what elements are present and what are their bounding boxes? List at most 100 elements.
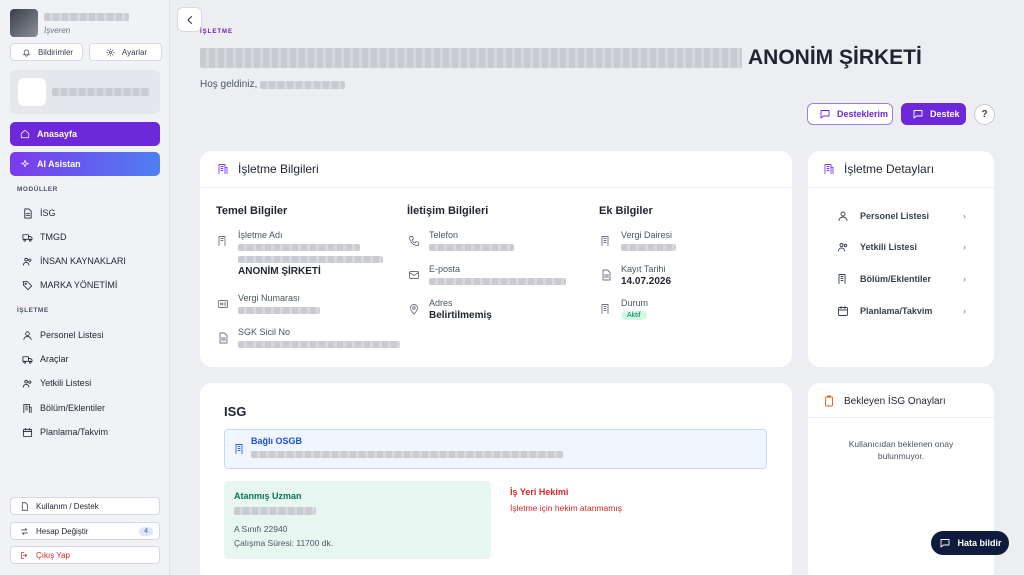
my-support-button[interactable]: Desteklerim	[807, 103, 893, 125]
sgk-number-redacted	[238, 341, 400, 349]
nav-module-tmgd[interactable]: TMGD	[20, 230, 67, 244]
user-icon	[836, 209, 850, 223]
welcome-text: Hoş geldiniz,	[200, 79, 346, 90]
mail-icon	[407, 268, 421, 282]
document-icon	[20, 206, 34, 220]
company-switcher[interactable]	[10, 70, 160, 114]
tax-office-label: Vergi Dairesi	[621, 230, 673, 240]
id-card-icon	[216, 297, 230, 311]
nav-calendar[interactable]: Planlama/Takvim	[20, 425, 108, 439]
phone-field: Telefon	[407, 230, 514, 252]
status-label: Durum	[621, 298, 649, 308]
details-personnel-link[interactable]: Personel Listesi ›	[836, 209, 966, 223]
tax-number-field: Vergi Numarası	[216, 293, 320, 315]
building-icon	[233, 442, 247, 456]
pending-approvals-title: Bekleyen İSG Onayları	[844, 395, 946, 407]
pending-approvals-header: Bekleyen İSG Onayları	[822, 394, 946, 408]
building-icon	[836, 272, 850, 286]
basic-info-title: Temel Bilgiler	[216, 205, 288, 217]
isg-title: ISG	[224, 404, 247, 419]
phone-icon	[407, 234, 421, 248]
sgk-number-field: SGK Sicil No	[216, 327, 400, 349]
logout-label: Çıkış Yap	[36, 550, 70, 560]
nav-module-isg[interactable]: İSG	[20, 206, 56, 220]
osgb-name-redacted	[251, 451, 563, 458]
user-name-redacted	[44, 13, 129, 22]
report-bug-button[interactable]: Hata bildir	[931, 531, 1009, 555]
expert-class: A Sınıfı 22940	[234, 524, 288, 534]
business-name-suffix: ANONİM ŞİRKETİ	[238, 266, 321, 277]
address-value: Belirtilmemiş	[429, 310, 492, 321]
support-button[interactable]: Destek	[901, 103, 966, 125]
business-name-label: İşletme Adı	[238, 230, 283, 240]
settings-button[interactable]: Ayarlar	[89, 43, 162, 61]
nav-personnel[interactable]: Personel Listesi	[20, 328, 104, 342]
usage-support-label: Kullanım / Destek	[36, 501, 99, 511]
details-authorized-link[interactable]: Yetkili Listesi ›	[836, 240, 966, 254]
nav-departments[interactable]: Bölüm/Eklentiler	[20, 401, 105, 415]
nav-item-label: Araçlar	[40, 354, 69, 364]
phone-label: Telefon	[429, 230, 459, 240]
chat-icon	[818, 107, 832, 121]
switch-account-button[interactable]: Hesap Değiştir 4	[10, 522, 160, 540]
contact-info-title: İletişim Bilgileri	[407, 205, 489, 217]
isg-card: ISG Bağlı OSGB Atanmış Uzman A Sınıfı 22…	[200, 383, 792, 575]
modules-heading: MODÜLLER	[17, 186, 58, 193]
nav-home[interactable]: Anasayfa	[10, 122, 160, 146]
email-redacted	[429, 278, 566, 286]
my-support-label: Desteklerim	[837, 109, 889, 119]
help-button[interactable]: ?	[974, 104, 995, 125]
document-icon	[599, 268, 613, 282]
business-name-redacted	[238, 256, 383, 264]
registration-date-field: Kayıt Tarihi 14.07.2026	[599, 264, 671, 287]
notifications-button[interactable]: Bildirimler	[10, 43, 83, 61]
tax-number-label: Vergi Numarası	[238, 293, 301, 303]
truck-icon	[20, 230, 34, 244]
nav-vehicles[interactable]: Araçlar	[20, 352, 69, 366]
usage-support-button[interactable]: Kullanım / Destek	[10, 497, 160, 515]
tag-icon	[20, 278, 34, 292]
user-name-redacted	[260, 80, 346, 89]
users-icon	[836, 240, 850, 254]
user-profile[interactable]: İşveren	[10, 9, 129, 37]
building-icon	[822, 162, 836, 176]
logout-button[interactable]: Çıkış Yap	[10, 546, 160, 564]
document-icon	[17, 499, 31, 513]
registration-date-value: 14.07.2026	[621, 276, 672, 287]
calendar-icon	[836, 304, 850, 318]
home-icon	[18, 127, 32, 141]
tax-office-redacted	[621, 244, 676, 252]
nav-authorized[interactable]: Yetkili Listesi	[20, 376, 91, 390]
details-item-label: Bölüm/Eklentiler	[860, 274, 932, 284]
business-heading: İŞLETME	[17, 307, 49, 314]
details-calendar-link[interactable]: Planlama/Takvim ›	[836, 304, 966, 318]
nav-item-label: Personel Listesi	[40, 330, 104, 340]
expert-name-redacted	[234, 507, 316, 515]
nav-ai-assistant[interactable]: AI Asistan	[10, 152, 160, 176]
status-badge: Aktif	[621, 311, 647, 320]
status-field: Durum Aktif	[599, 298, 648, 320]
business-details-header: İşletme Detayları	[822, 162, 934, 176]
page-eyebrow: İŞLETME	[200, 29, 234, 35]
expert-label: Atanmış Uzman	[234, 491, 302, 501]
doctor-missing-text: İşletme için hekim atanmamış	[510, 503, 622, 513]
nav-item-label: Planlama/Takvim	[40, 427, 109, 437]
sparkle-icon	[18, 157, 32, 171]
nav-module-hr[interactable]: İNSAN KAYNAKLARI	[20, 254, 126, 268]
nav-module-label: İSG	[40, 208, 56, 218]
email-label: E-posta	[429, 264, 461, 274]
document-icon	[216, 331, 230, 345]
nav-module-brand[interactable]: MARKA YÖNETİMİ	[20, 278, 117, 292]
user-icon	[20, 328, 34, 342]
building-icon	[20, 401, 34, 415]
business-details-title: İşletme Detayları	[844, 162, 935, 176]
users-icon	[20, 376, 34, 390]
details-item-label: Personel Listesi	[860, 211, 930, 221]
address-field: Adres Belirtilmemiş	[407, 298, 492, 321]
tax-number-redacted	[238, 307, 320, 315]
extra-info-title: Ek Bilgiler	[599, 205, 653, 217]
details-departments-link[interactable]: Bölüm/Eklentiler ›	[836, 272, 966, 286]
collapse-sidebar-button[interactable]	[177, 7, 202, 32]
company-name-redacted	[200, 48, 742, 68]
assigned-expert-box: Atanmış Uzman A Sınıfı 22940 Çalışma Sür…	[224, 481, 491, 559]
